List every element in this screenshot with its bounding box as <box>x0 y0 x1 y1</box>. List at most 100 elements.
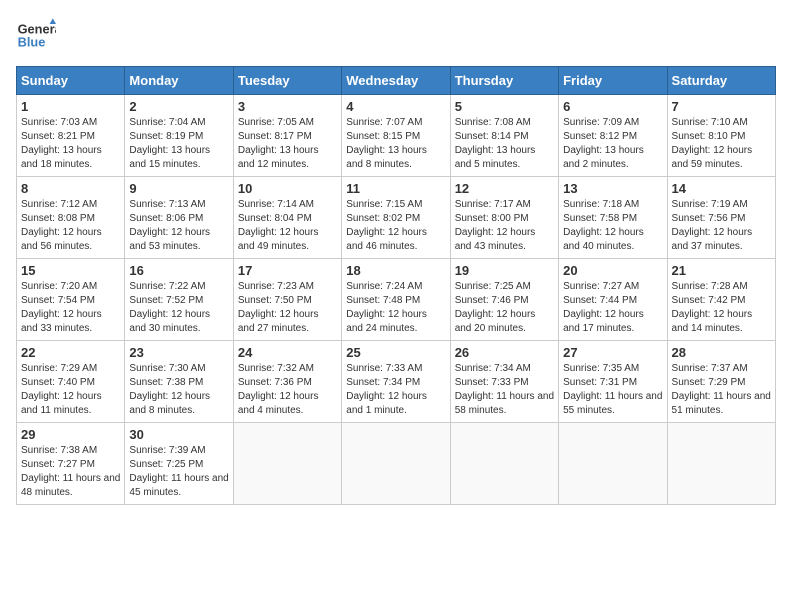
day-number: 8 <box>21 181 120 196</box>
calendar-cell: 19Sunrise: 7:25 AMSunset: 7:46 PMDayligh… <box>450 259 558 341</box>
day-info: Sunrise: 7:34 AMSunset: 7:33 PMDaylight:… <box>455 362 554 418</box>
day-number: 21 <box>672 263 771 278</box>
day-number: 29 <box>21 427 120 442</box>
calendar-table: SundayMondayTuesdayWednesdayThursdayFrid… <box>16 66 776 505</box>
day-info: Sunrise: 7:35 AMSunset: 7:31 PMDaylight:… <box>563 362 662 418</box>
calendar-cell: 16 Sunrise: 7:22 AMSunset: 7:52 PMDayligh… <box>125 259 233 341</box>
calendar-cell <box>233 423 341 505</box>
day-number: 9 <box>129 181 228 196</box>
day-number: 20 <box>563 263 662 278</box>
day-info: Sunrise: 7:30 AMSunset: 7:38 PMDaylight:… <box>129 362 228 418</box>
day-number: 27 <box>563 345 662 360</box>
day-info: Sunrise: 7:22 AMSunset: 7:52 PMDaylight:… <box>129 280 228 336</box>
calendar-cell: 21 Sunrise: 7:28 AMSunset: 7:42 PMDayligh… <box>667 259 775 341</box>
calendar-cell: 5 Sunrise: 7:08 AMSunset: 8:14 PMDaylight… <box>450 95 558 177</box>
calendar-cell <box>559 423 667 505</box>
weekday-header: Sunday <box>17 67 125 95</box>
day-number: 10 <box>238 181 337 196</box>
day-number: 5 <box>455 99 554 114</box>
day-info: Sunrise: 7:23 AMSunset: 7:50 PMDaylight:… <box>238 280 337 336</box>
weekday-header: Friday <box>559 67 667 95</box>
day-info: Sunrise: 7:14 AMSunset: 8:04 PMDaylight:… <box>238 198 337 254</box>
calendar-cell: 3 Sunrise: 7:05 AMSunset: 8:17 PMDaylight… <box>233 95 341 177</box>
calendar-cell: 18 Sunrise: 7:24 AMSunset: 7:48 PMDayligh… <box>342 259 450 341</box>
calendar-cell: 27 Sunrise: 7:35 AMSunset: 7:31 PMDayligh… <box>559 341 667 423</box>
weekday-header: Saturday <box>667 67 775 95</box>
calendar-cell: 26Sunrise: 7:34 AMSunset: 7:33 PMDayligh… <box>450 341 558 423</box>
calendar-cell: 10 Sunrise: 7:14 AMSunset: 8:04 PMDayligh… <box>233 177 341 259</box>
day-info: Sunrise: 7:10 AMSunset: 8:10 PMDaylight:… <box>672 116 771 172</box>
calendar-cell <box>450 423 558 505</box>
calendar-week-row: 22 Sunrise: 7:29 AMSunset: 7:40 PMDayligh… <box>17 341 776 423</box>
calendar-cell: 2 Sunrise: 7:04 AMSunset: 8:19 PMDaylight… <box>125 95 233 177</box>
day-info: Sunrise: 7:19 AMSunset: 7:56 PMDaylight:… <box>672 198 771 254</box>
calendar-cell: 30Sunrise: 7:39 AMSunset: 7:25 PMDayligh… <box>125 423 233 505</box>
calendar-cell: 28Sunrise: 7:37 AMSunset: 7:29 PMDayligh… <box>667 341 775 423</box>
day-number: 7 <box>672 99 771 114</box>
calendar-cell: 29 Sunrise: 7:38 AMSunset: 7:27 PMDayligh… <box>17 423 125 505</box>
calendar-cell: 22 Sunrise: 7:29 AMSunset: 7:40 PMDayligh… <box>17 341 125 423</box>
day-number: 14 <box>672 181 771 196</box>
day-number: 24 <box>238 345 337 360</box>
day-number: 22 <box>21 345 120 360</box>
calendar-cell: 25 Sunrise: 7:33 AMSunset: 7:34 PMDayligh… <box>342 341 450 423</box>
calendar-cell <box>667 423 775 505</box>
day-info: Sunrise: 7:28 AMSunset: 7:42 PMDaylight:… <box>672 280 771 336</box>
day-number: 25 <box>346 345 445 360</box>
day-info: Sunrise: 7:17 AMSunset: 8:00 PMDaylight:… <box>455 198 554 254</box>
day-number: 6 <box>563 99 662 114</box>
weekday-header: Monday <box>125 67 233 95</box>
day-number: 1 <box>21 99 120 114</box>
calendar-cell: 9 Sunrise: 7:13 AMSunset: 8:06 PMDaylight… <box>125 177 233 259</box>
day-number: 28 <box>672 345 771 360</box>
calendar-cell: 11 Sunrise: 7:15 AMSunset: 8:02 PMDayligh… <box>342 177 450 259</box>
day-info: Sunrise: 7:04 AMSunset: 8:19 PMDaylight:… <box>129 116 228 172</box>
day-number: 11 <box>346 181 445 196</box>
calendar-cell: 7 Sunrise: 7:10 AMSunset: 8:10 PMDaylight… <box>667 95 775 177</box>
day-number: 15 <box>21 263 120 278</box>
day-number: 17 <box>238 263 337 278</box>
calendar-cell: 13Sunrise: 7:18 AMSunset: 7:58 PMDayligh… <box>559 177 667 259</box>
page-header: General Blue <box>16 16 776 56</box>
day-info: Sunrise: 7:05 AMSunset: 8:17 PMDaylight:… <box>238 116 337 172</box>
calendar-cell: 24 Sunrise: 7:32 AMSunset: 7:36 PMDayligh… <box>233 341 341 423</box>
day-info: Sunrise: 7:12 AMSunset: 8:08 PMDaylight:… <box>21 198 120 254</box>
day-info: Sunrise: 7:15 AMSunset: 8:02 PMDaylight:… <box>346 198 445 254</box>
day-info: Sunrise: 7:33 AMSunset: 7:34 PMDaylight:… <box>346 362 445 418</box>
calendar-week-row: 1 Sunrise: 7:03 AMSunset: 8:21 PMDaylight… <box>17 95 776 177</box>
day-info: Sunrise: 7:27 AMSunset: 7:44 PMDaylight:… <box>563 280 662 336</box>
day-info: Sunrise: 7:38 AMSunset: 7:27 PMDaylight:… <box>21 444 120 500</box>
calendar-cell <box>342 423 450 505</box>
calendar-cell: 17 Sunrise: 7:23 AMSunset: 7:50 PMDayligh… <box>233 259 341 341</box>
day-number: 3 <box>238 99 337 114</box>
calendar-cell: 1 Sunrise: 7:03 AMSunset: 8:21 PMDaylight… <box>17 95 125 177</box>
day-info: Sunrise: 7:08 AMSunset: 8:14 PMDaylight:… <box>455 116 554 172</box>
day-number: 18 <box>346 263 445 278</box>
day-number: 19 <box>455 263 554 278</box>
day-info: Sunrise: 7:32 AMSunset: 7:36 PMDaylight:… <box>238 362 337 418</box>
day-info: Sunrise: 7:18 AMSunset: 7:58 PMDaylight:… <box>563 198 662 254</box>
calendar-week-row: 15 Sunrise: 7:20 AMSunset: 7:54 PMDayligh… <box>17 259 776 341</box>
logo: General Blue <box>16 16 56 56</box>
day-info: Sunrise: 7:07 AMSunset: 8:15 PMDaylight:… <box>346 116 445 172</box>
day-info: Sunrise: 7:24 AMSunset: 7:48 PMDaylight:… <box>346 280 445 336</box>
calendar-cell: 8 Sunrise: 7:12 AMSunset: 8:08 PMDaylight… <box>17 177 125 259</box>
day-info: Sunrise: 7:13 AMSunset: 8:06 PMDaylight:… <box>129 198 228 254</box>
day-number: 23 <box>129 345 228 360</box>
weekday-header: Tuesday <box>233 67 341 95</box>
day-info: Sunrise: 7:29 AMSunset: 7:40 PMDaylight:… <box>21 362 120 418</box>
calendar-cell: 15 Sunrise: 7:20 AMSunset: 7:54 PMDayligh… <box>17 259 125 341</box>
day-info: Sunrise: 7:03 AMSunset: 8:21 PMDaylight:… <box>21 116 120 172</box>
logo-icon: General Blue <box>16 16 56 56</box>
day-number: 4 <box>346 99 445 114</box>
calendar-header-row: SundayMondayTuesdayWednesdayThursdayFrid… <box>17 67 776 95</box>
calendar-cell: 20 Sunrise: 7:27 AMSunset: 7:44 PMDayligh… <box>559 259 667 341</box>
weekday-header: Wednesday <box>342 67 450 95</box>
day-info: Sunrise: 7:20 AMSunset: 7:54 PMDaylight:… <box>21 280 120 336</box>
calendar-week-row: 29 Sunrise: 7:38 AMSunset: 7:27 PMDayligh… <box>17 423 776 505</box>
day-number: 2 <box>129 99 228 114</box>
calendar-cell: 4 Sunrise: 7:07 AMSunset: 8:15 PMDaylight… <box>342 95 450 177</box>
day-number: 12 <box>455 181 554 196</box>
day-info: Sunrise: 7:39 AMSunset: 7:25 PMDaylight:… <box>129 444 228 500</box>
day-number: 16 <box>129 263 228 278</box>
